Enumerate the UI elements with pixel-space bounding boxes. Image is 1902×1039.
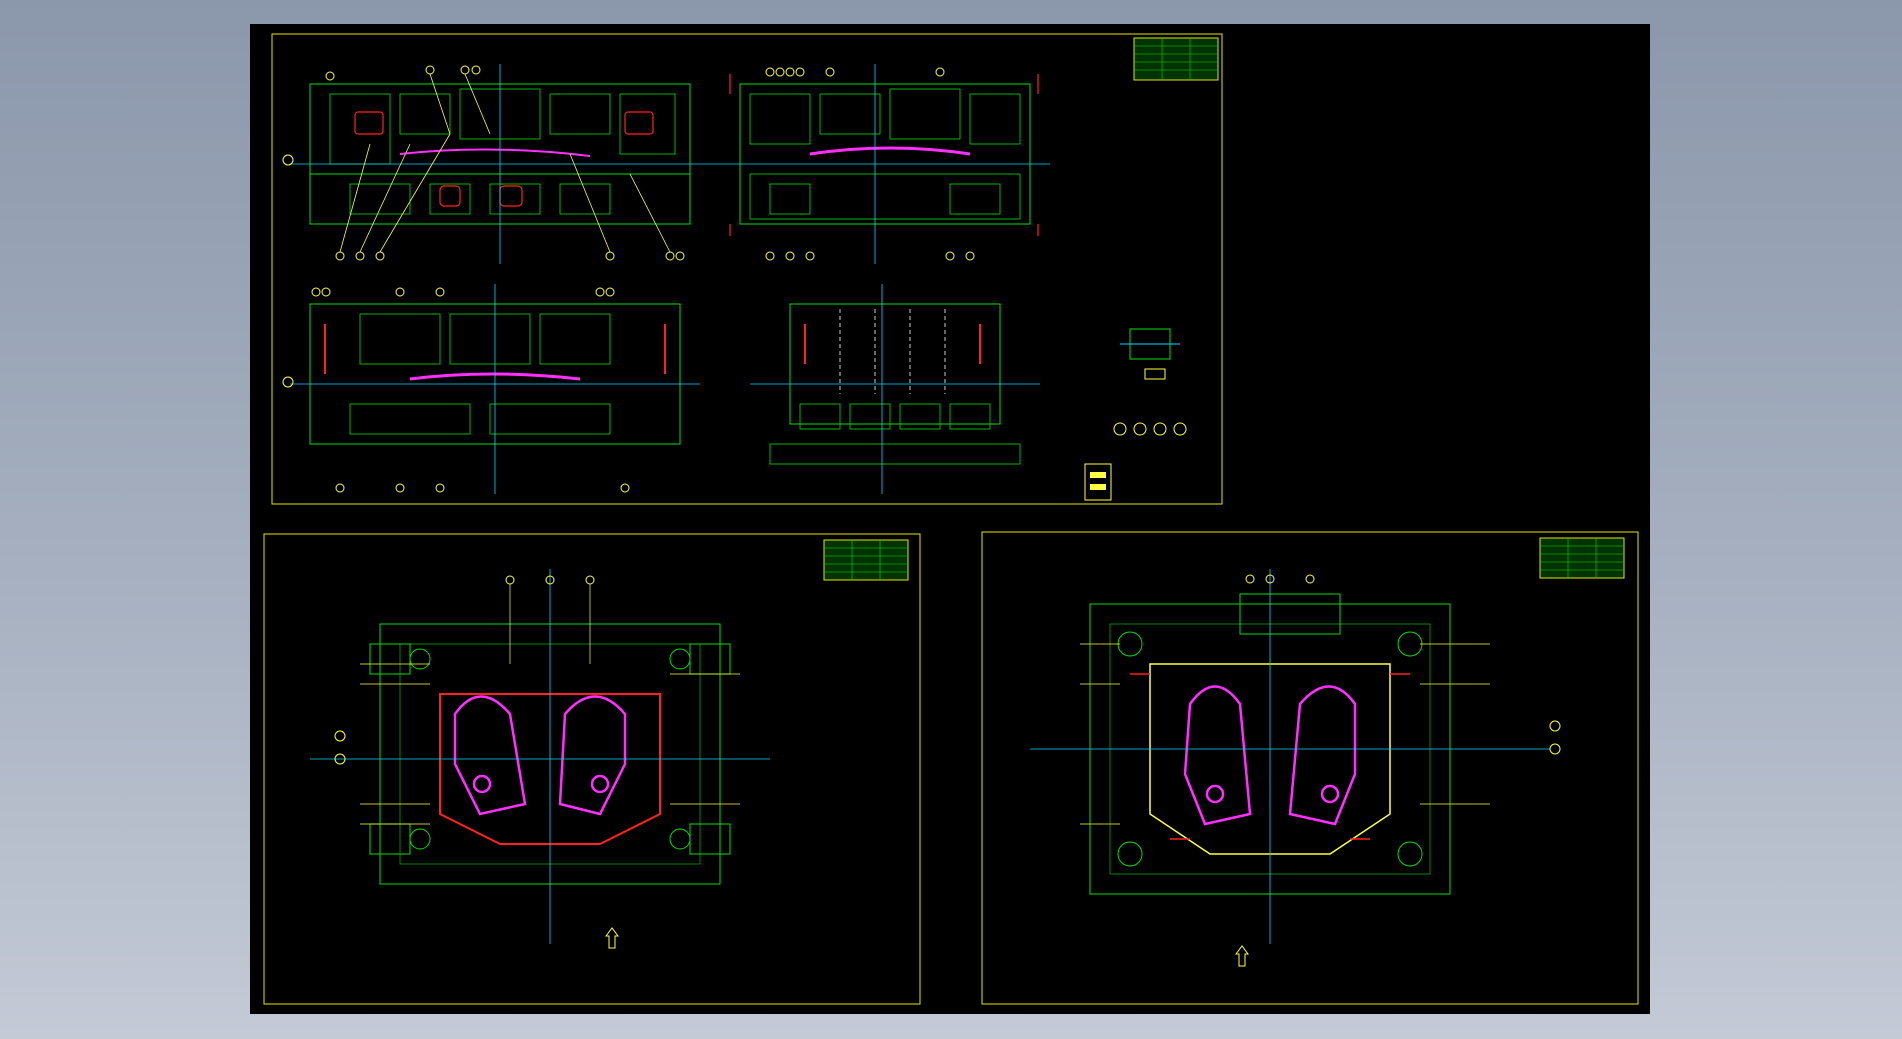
title-block-sheet-2 [823,539,909,581]
section-view-c [282,284,700,494]
detail-view-small [1120,328,1180,380]
plan-view-upper [1030,569,1561,967]
sheet-3-frame [981,531,1639,1005]
section-view-d [750,284,1040,494]
section-view-a [282,64,720,264]
plan-view-lower [310,569,770,949]
revision-stamp [1084,463,1112,501]
sheet-1-frame [271,33,1223,505]
cad-model-space[interactable] [250,24,1650,1014]
sheet-2-frame [263,533,921,1005]
legend-symbols [1113,422,1187,436]
section-view-b [720,64,1050,264]
title-block-sheet-1 [1133,37,1219,81]
cad-drawing-canvas[interactable] [250,24,1650,1014]
title-block-sheet-3 [1539,537,1625,579]
